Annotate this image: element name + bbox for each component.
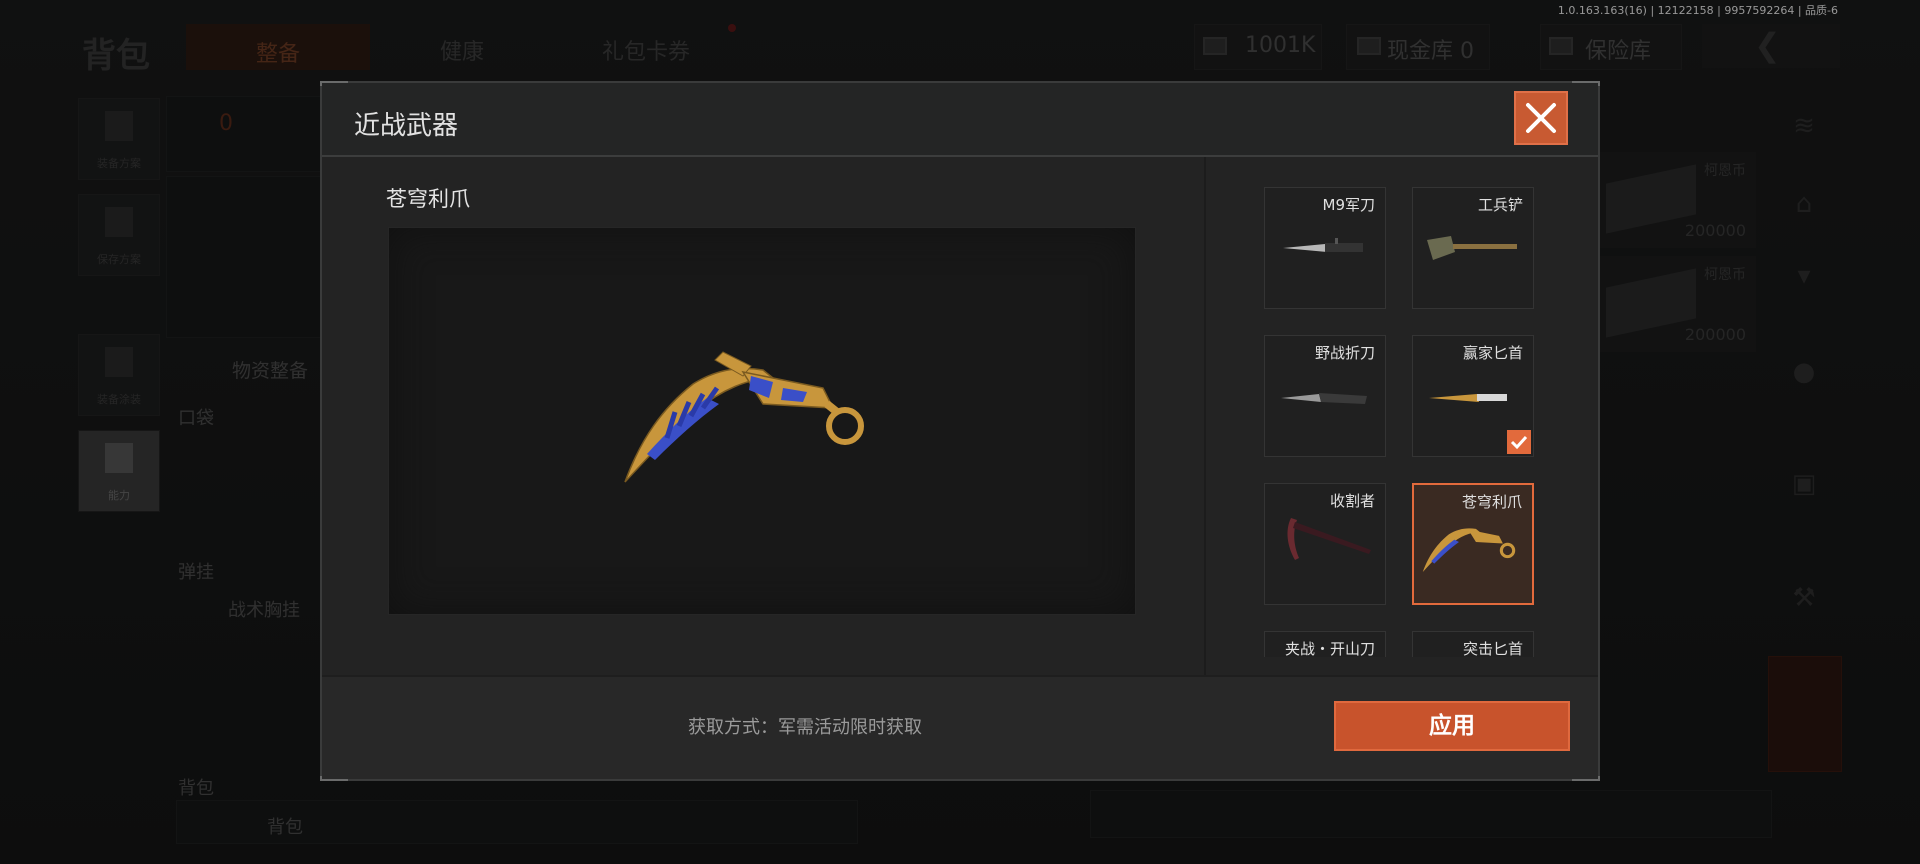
karambit-icon — [624, 351, 864, 483]
weapon-card[interactable]: 夹战・开山刀 — [1264, 631, 1386, 657]
close-icon — [1526, 103, 1556, 133]
acquire-method-text: 获取方式：军需活动限时获取 — [688, 717, 922, 738]
weapon-card[interactable]: 收割者 — [1264, 483, 1386, 605]
weapon-card[interactable]: 工兵铲 — [1412, 187, 1534, 309]
weapon-name: 苍穹利爪 — [1461, 493, 1522, 511]
melee-weapon-dialog: 近战武器 苍穹利爪 M9军刀 工兵铲 野战折刀 赢家匕首 收割者 苍穹利爪 夹战… — [320, 81, 1600, 781]
dialog-header: 近战武器 — [322, 83, 1598, 157]
sickle-icon — [1287, 518, 1371, 560]
panel-divider — [1204, 157, 1206, 683]
check-icon — [1510, 435, 1528, 450]
weapon-name: 突击匕首 — [1462, 640, 1523, 657]
weapon-grid[interactable]: M9军刀 工兵铲 野战折刀 赢家匕首 收割者 苍穹利爪 夹战・开山刀 突击匕首 — [1264, 187, 1548, 657]
weapon-card[interactable]: M9军刀 — [1264, 187, 1386, 309]
weapon-name: 夹战・开山刀 — [1284, 640, 1375, 657]
dagger-icon — [1429, 394, 1507, 402]
weapon-name: 野战折刀 — [1314, 344, 1375, 362]
weapon-name: M9军刀 — [1322, 196, 1376, 214]
preview-weapon-name: 苍穹利爪 — [386, 187, 470, 211]
weapon-card[interactable]: 赢家匕首 — [1412, 335, 1534, 457]
apply-button[interactable]: 应用 — [1334, 701, 1570, 751]
weapon-name: 收割者 — [1329, 492, 1375, 510]
shovel-icon — [1427, 236, 1517, 260]
dialog-footer: 获取方式：军需活动限时获取 应用 — [322, 675, 1598, 779]
weapon-name: 工兵铲 — [1477, 196, 1523, 214]
weapon-card-selected[interactable]: 苍穹利爪 — [1412, 483, 1534, 605]
equipped-check — [1507, 430, 1531, 454]
close-button[interactable] — [1514, 91, 1568, 145]
bayonet-icon — [1283, 238, 1363, 252]
karambit-icon — [1422, 528, 1516, 573]
weapon-card[interactable]: 野战折刀 — [1264, 335, 1386, 457]
dialog-title: 近战武器 — [354, 111, 459, 141]
folding-knife-icon — [1281, 393, 1367, 404]
weapon-card[interactable]: 突击匕首 — [1412, 631, 1534, 657]
weapon-name: 赢家匕首 — [1462, 344, 1523, 362]
weapon-preview[interactable] — [388, 227, 1136, 615]
